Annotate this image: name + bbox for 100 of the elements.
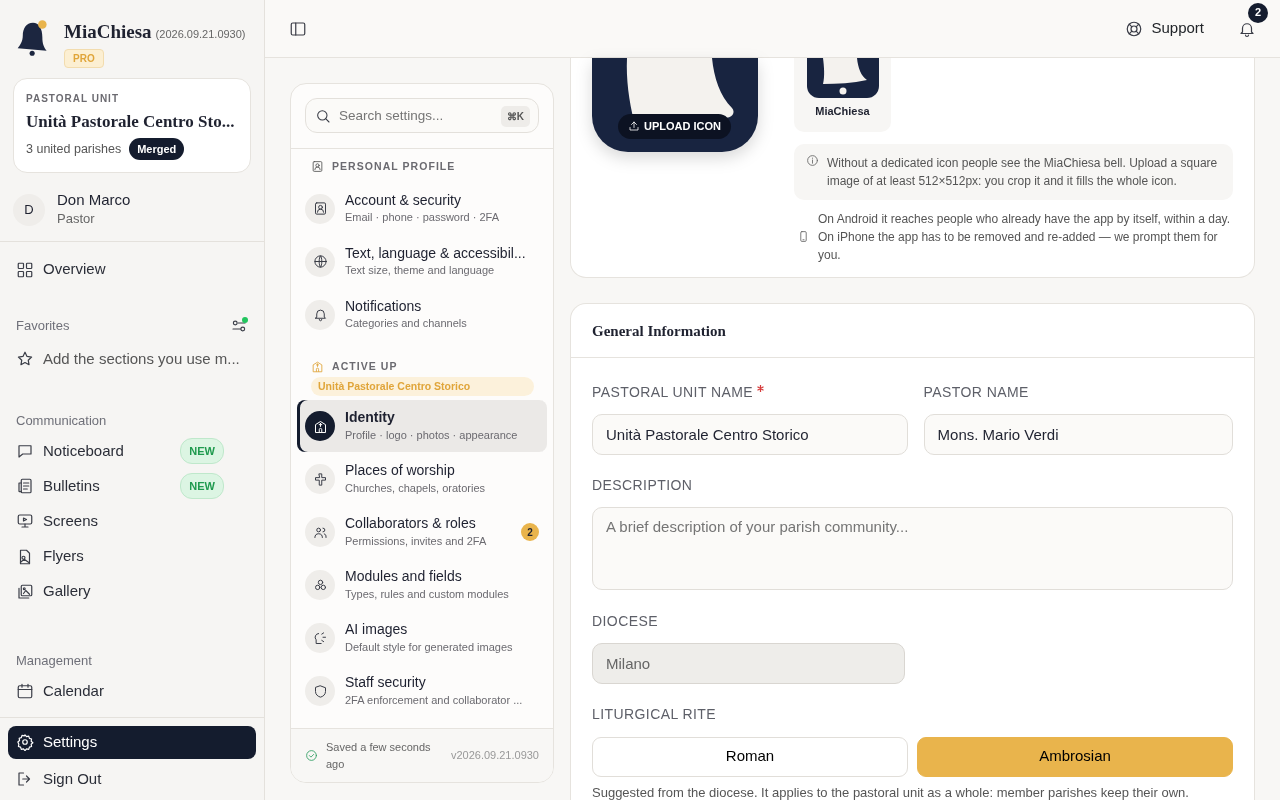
lifebuoy-icon — [1125, 19, 1144, 38]
item-subtitle: Types, rules and custom modules — [345, 586, 510, 602]
settings-item[interactable]: Notifications Categories and channels — [297, 288, 547, 341]
item-title: Text, language & accessibil... — [345, 244, 527, 263]
group-title: Communication — [15, 411, 108, 430]
shield-icon — [312, 683, 328, 699]
field-label: DESCRIPTION — [592, 475, 693, 495]
group-title: Management — [15, 652, 93, 671]
bell-icon — [1238, 20, 1256, 39]
item-subtitle: Permissions, invites and 2FA — [345, 533, 488, 549]
field-label: PASTORAL UNIT NAME — [592, 382, 754, 402]
grid-icon — [16, 260, 34, 279]
description-field[interactable]: A brief description of your parish community... — [592, 506, 1233, 590]
item-subtitle: Churches, chapels, oratories — [345, 480, 486, 496]
merged-badge: Merged — [129, 138, 185, 161]
nav-item[interactable]: Flyers — [8, 540, 256, 573]
note-text: On Android it reaches people who already have the app by itself, within a day. On iPhone the app has to be removed and re-added — we prompt them for you. — [818, 210, 1232, 264]
search-icon — [315, 108, 331, 124]
idcard-icon — [312, 201, 328, 217]
new-badge: NEW — [180, 472, 224, 500]
user-role: Pastor — [57, 210, 96, 229]
section-title: PERSONAL PROFILE — [332, 159, 456, 174]
group-title: Favorites — [16, 317, 70, 336]
nav-item[interactable]: Noticeboard NEW — [8, 435, 256, 467]
upload-icon — [628, 120, 640, 133]
item-title: Staff security — [345, 674, 427, 692]
nav-item[interactable]: Overview — [8, 254, 256, 286]
item-subtitle: Email · phone · password · 2FA — [345, 210, 501, 226]
nav-item[interactable]: Bulletins NEW — [8, 470, 256, 502]
user-name: Don Marco — [57, 191, 131, 210]
cal-icon — [16, 682, 34, 701]
plan-badge: PRO — [64, 48, 104, 68]
unit-name: Unità Pastorale Centro Sto... — [26, 111, 236, 134]
support-button[interactable]: Support — [1125, 17, 1204, 40]
text-field[interactable]: Mons. Mario Verdi — [923, 413, 1233, 455]
settings-item[interactable]: Staff security 2FA enforcement and collaborator ... — [297, 665, 547, 718]
nav-item[interactable]: Sign Out — [8, 763, 256, 796]
news-icon — [16, 477, 34, 496]
cross-icon — [312, 471, 328, 487]
save-status: Saved a few seconds ago — [326, 740, 432, 772]
section-title: ACTIVE UP — [332, 358, 398, 374]
gallery-icon — [16, 582, 34, 601]
nav-item[interactable]: Gallery — [8, 576, 256, 608]
phone-icon — [797, 230, 810, 243]
app-label: MiaChiesa — [815, 104, 870, 119]
item-title: Identity — [345, 409, 396, 427]
notification-count: 2 — [1248, 2, 1268, 23]
field-label: PASTOR NAME — [923, 382, 1029, 402]
nav-item[interactable]: Calendar — [8, 675, 256, 707]
settings-item[interactable]: Places of worship Churches, chapels, oratories — [297, 453, 547, 506]
version-text: v2026.09.21.0930 — [450, 748, 539, 764]
favorites-hint[interactable]: Add the sections you use m... — [8, 343, 256, 375]
users-icon — [312, 524, 328, 540]
count-badge: 2 — [521, 523, 539, 542]
upload-button[interactable]: UPLOAD ICON — [618, 114, 731, 139]
card-title: General Information — [592, 322, 727, 341]
new-badge: NEW — [180, 437, 224, 465]
help-text: Suggested from the diocese. It applies to the pastoral unit as a whole: member parishes keep their own. — [592, 783, 1190, 800]
item-title: Modules and fields — [345, 568, 463, 586]
info-text: Without a dedicated icon people see the MiaChiesa bell. Upload a square image of at least 512×512px: you crop it and it fills the whole icon. — [827, 154, 1219, 190]
item-title: Notifications — [345, 297, 423, 316]
nav-item[interactable]: Screens — [8, 505, 256, 537]
item-subtitle: Categories and channels — [345, 316, 468, 332]
rite-option[interactable]: Ambrosian — [917, 736, 1233, 777]
app-name: MiaChiesa — [64, 20, 152, 44]
item-title: Account & security — [345, 191, 462, 210]
sidebar-icon — [289, 20, 307, 39]
item-subtitle: Text size, theme and language — [345, 263, 496, 279]
item-subtitle: 2FA enforcement and collaborator ... — [345, 692, 524, 708]
item-title: Collaborators & roles — [345, 515, 477, 533]
avatar: D — [13, 194, 45, 227]
globe-icon — [312, 254, 328, 270]
field-label: LITURGICAL RITE — [592, 704, 718, 724]
section-icon — [311, 360, 324, 374]
bell-logo — [16, 18, 50, 58]
unit-card[interactable]: PASTORAL UNIT Unità Pastorale Centro Sto... 3 united parishes Merged — [13, 78, 251, 174]
parish-count: 3 united parishes — [26, 140, 122, 158]
item-subtitle: Profile · logo · photos · appearance — [345, 427, 519, 443]
bell-icon — [312, 307, 328, 323]
section-icon — [311, 160, 324, 174]
nav-item[interactable]: Settings — [8, 726, 256, 759]
check-icon — [305, 749, 318, 762]
rite-option[interactable]: Roman — [592, 736, 908, 777]
info-icon — [806, 153, 819, 167]
shortcut-key: ⌘K — [500, 106, 530, 127]
item-title: AI images — [345, 621, 409, 639]
settings-item[interactable]: Identity Profile · logo · photos · appearance — [297, 400, 547, 453]
settings-item[interactable]: AI images Default style for generated images — [297, 612, 547, 665]
text-field: Milano — [592, 642, 905, 684]
settings-item[interactable]: Modules and fields Types, rules and custom modules — [297, 559, 547, 612]
screen-icon — [16, 512, 34, 531]
church-icon — [312, 418, 328, 434]
settings-item[interactable]: Account & security Email · phone · password · 2FA — [297, 182, 547, 235]
item-subtitle: Default style for generated images — [345, 639, 514, 655]
version-text: (2026.09.21.0930) — [155, 27, 246, 42]
settings-item[interactable]: Text, language & accessibil... Text size, theme and language — [297, 235, 547, 288]
card-label: PASTORAL UNIT — [26, 92, 120, 107]
settings-item[interactable]: Collaborators & roles Permissions, invites and 2FA 2 — [297, 506, 547, 559]
text-field[interactable]: Unità Pastorale Centro Storico — [592, 413, 908, 455]
item-title: Places of worship — [345, 462, 456, 480]
